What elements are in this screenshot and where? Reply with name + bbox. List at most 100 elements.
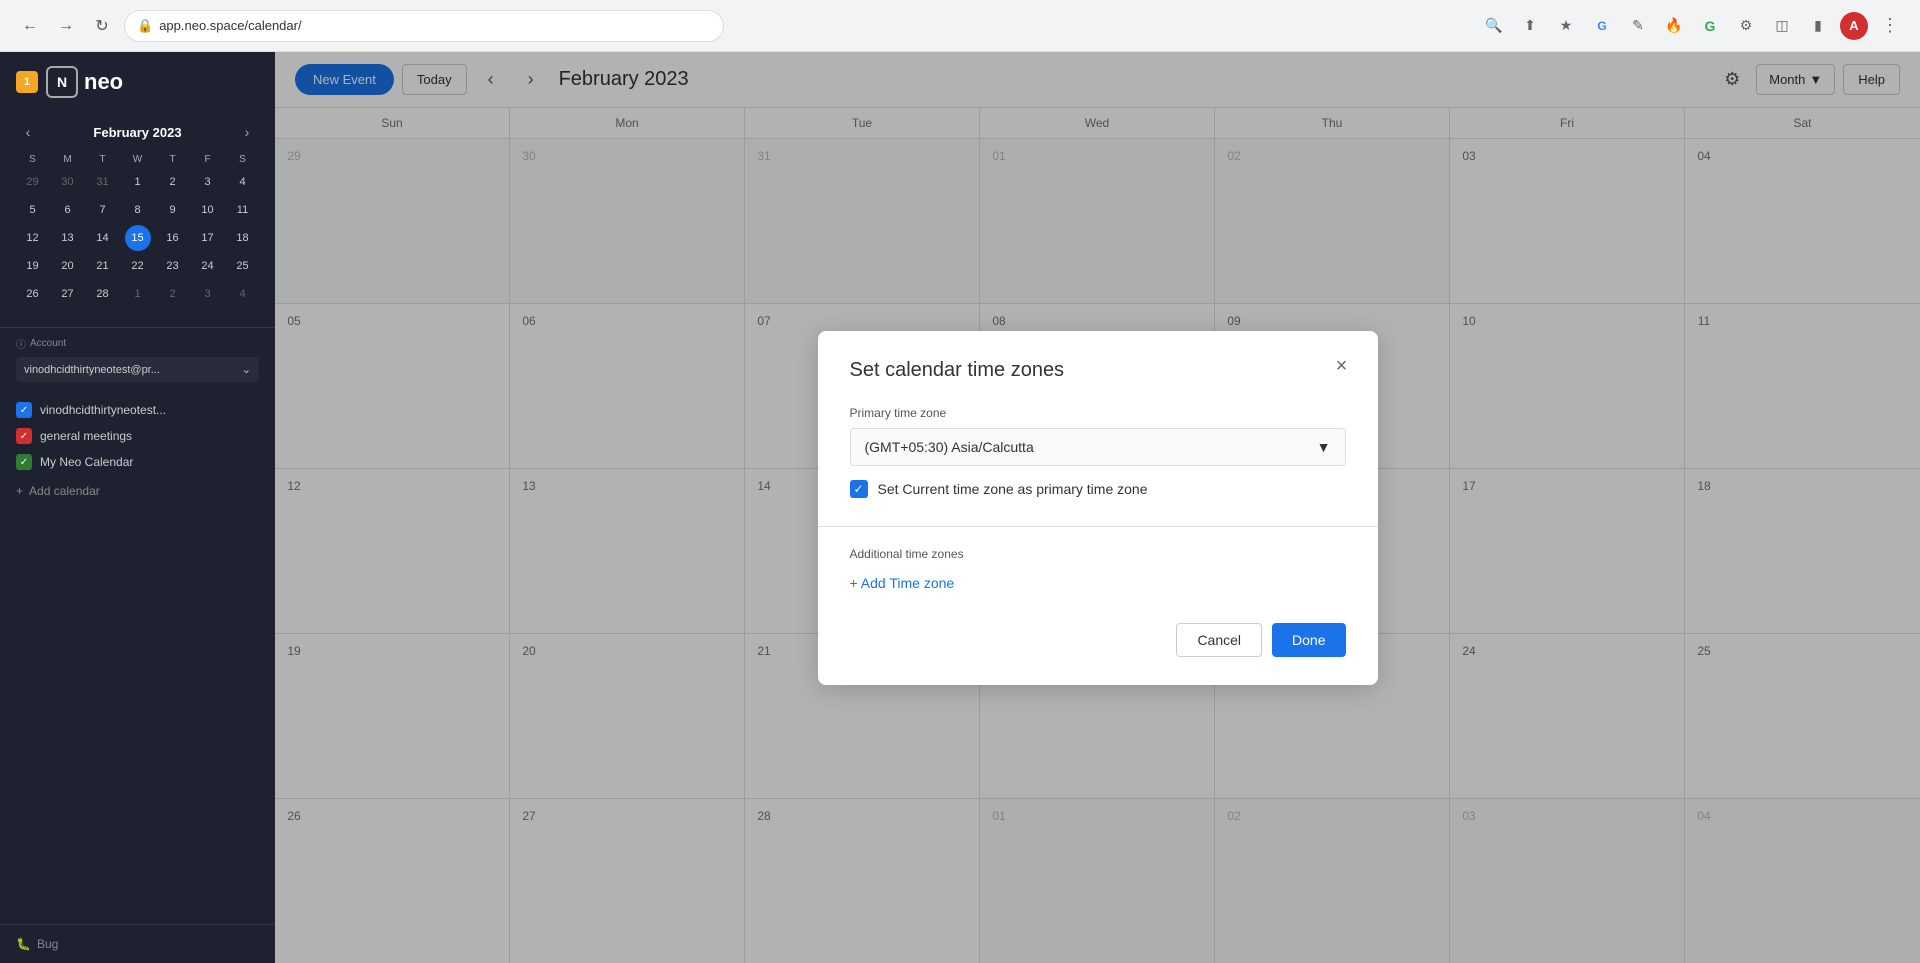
list-item[interactable]: 2 [160,169,186,195]
bug-button[interactable]: 🐛 Bug [16,937,259,951]
user-avatar[interactable]: A [1840,12,1868,40]
mini-cal-today[interactable]: 15 [125,225,151,251]
sidebar-footer: 🐛 Bug [0,924,275,963]
calendar-label-personal: vinodhcidthirtyneotest... [40,403,166,417]
calendar-item-neo[interactable]: ✓ My Neo Calendar [16,454,259,470]
timezone-modal: Set calendar time zones × Primary time z… [818,331,1378,685]
modal-close-button[interactable]: × [1326,351,1358,383]
divider [818,526,1378,527]
calendar-checkbox-blue: ✓ [16,402,32,418]
calendar-label-meetings: general meetings [40,429,132,443]
account-label: ⓘ Account [16,336,259,351]
calendar-checkbox-red: ✓ [16,428,32,444]
list-item[interactable]: 21 [90,253,116,279]
mini-cal-dow-w: W [121,152,154,167]
back-button[interactable]: ← [16,12,44,40]
list-item[interactable]: 24 [195,253,221,279]
list-item[interactable]: 10 [195,197,221,223]
lock-icon: 🔒 [137,18,153,34]
pencil-icon[interactable]: ✎ [1624,12,1652,40]
sidebar: 1 N neo ‹ February 2023 › S M T W T F S [0,52,275,963]
list-item[interactable]: 14 [90,225,116,251]
mini-cal-dow-t1: T [86,152,119,167]
cancel-button[interactable]: Cancel [1176,623,1262,657]
extension-icon-g[interactable]: G [1696,12,1724,40]
address-bar[interactable]: 🔒 app.neo.space/calendar/ [124,10,724,42]
list-item[interactable]: 11 [230,197,256,223]
list-item[interactable]: 6 [55,197,81,223]
calendar-item-meetings[interactable]: ✓ general meetings [16,428,259,444]
list-item[interactable]: 3 [195,169,221,195]
list-item[interactable]: 4 [230,281,256,307]
add-calendar-button[interactable]: + Add calendar [16,480,259,502]
timezone-dropdown[interactable]: (GMT+05:30) Asia/Calcutta ▼ [850,428,1346,466]
neo-logo: N neo [46,66,123,98]
list-item[interactable]: 29 [20,169,46,195]
list-item[interactable]: 1 [125,169,151,195]
browser-toolbar-icons: 🔍 ⬆ ★ G ✎ 🔥 G ⚙ ◫ ▮ A ⋮ [1480,12,1904,40]
checkbox-label: Set Current time zone as primary time zo… [878,481,1148,497]
list-item[interactable]: 28 [90,281,116,307]
sidebar-icon[interactable]: ▮ [1804,12,1832,40]
list-item[interactable]: 20 [55,253,81,279]
list-item[interactable]: 5 [20,197,46,223]
list-item[interactable]: 22 [125,253,151,279]
modal-title: Set calendar time zones [850,359,1346,382]
mini-cal-dow-s1: S [16,152,49,167]
refresh-button[interactable]: ↻ [88,12,116,40]
chevron-down-icon: ⌄ [242,363,251,376]
account-select[interactable]: vinodhcidthirtyneotest@pr... ⌄ [16,357,259,382]
notification-badge: 1 [16,71,38,93]
list-item[interactable]: 4 [230,169,256,195]
plus-icon: + [16,484,23,498]
neo-logo-icon: N [46,66,78,98]
checkbox-row: ✓ Set Current time zone as primary time … [850,480,1346,498]
modal-footer: Cancel Done [850,623,1346,657]
add-timezone-button[interactable]: + Add Time zone [850,575,955,591]
sidebar-account: ⓘ Account vinodhcidthirtyneotest@pr... ⌄ [0,327,275,390]
list-item[interactable]: 18 [230,225,256,251]
done-button[interactable]: Done [1272,623,1345,657]
calendar-label-neo: My Neo Calendar [40,455,133,469]
mini-cal-next[interactable]: › [235,120,259,144]
bookmark-icon[interactable]: ★ [1552,12,1580,40]
mini-cal-prev[interactable]: ‹ [16,120,40,144]
list-item[interactable]: 30 [55,169,81,195]
list-item[interactable]: 2 [160,281,186,307]
list-item[interactable]: 8 [125,197,151,223]
chevron-down-icon: ▼ [1317,439,1331,455]
search-icon[interactable]: 🔍 [1480,12,1508,40]
list-item[interactable]: 1 [125,281,151,307]
list-item[interactable]: 31 [90,169,116,195]
modal-overlay[interactable]: Set calendar time zones × Primary time z… [275,52,1920,963]
list-item[interactable]: 27 [55,281,81,307]
list-item[interactable]: 25 [230,253,256,279]
mini-cal-title: February 2023 [93,125,181,140]
current-timezone-checkbox[interactable]: ✓ [850,480,868,498]
forward-button[interactable]: → [52,12,80,40]
mini-cal-dow-t2: T [156,152,189,167]
list-item[interactable]: 23 [160,253,186,279]
add-calendar-label: Add calendar [29,484,100,498]
calendar-item-personal[interactable]: ✓ vinodhcidthirtyneotest... [16,402,259,418]
timezone-value: (GMT+05:30) Asia/Calcutta [865,439,1034,455]
translate-icon[interactable]: G [1588,12,1616,40]
mini-cal-nav: ‹ February 2023 › [16,120,259,144]
list-item[interactable]: 9 [160,197,186,223]
share-icon[interactable]: ⬆ [1516,12,1544,40]
list-item[interactable]: 19 [20,253,46,279]
list-item[interactable]: 7 [90,197,116,223]
list-item[interactable]: 17 [195,225,221,251]
menu-icon[interactable]: ⋮ [1876,12,1904,40]
list-item[interactable]: 13 [55,225,81,251]
url-text: app.neo.space/calendar/ [159,18,301,33]
list-item[interactable]: 3 [195,281,221,307]
list-item[interactable]: 26 [20,281,46,307]
puzzle-icon[interactable]: ⚙ [1732,12,1760,40]
flame-icon[interactable]: 🔥 [1660,12,1688,40]
mini-cal-dow-f: F [191,152,224,167]
cast-icon[interactable]: ◫ [1768,12,1796,40]
list-item[interactable]: 16 [160,225,186,251]
bug-icon: 🐛 [16,937,31,951]
list-item[interactable]: 12 [20,225,46,251]
